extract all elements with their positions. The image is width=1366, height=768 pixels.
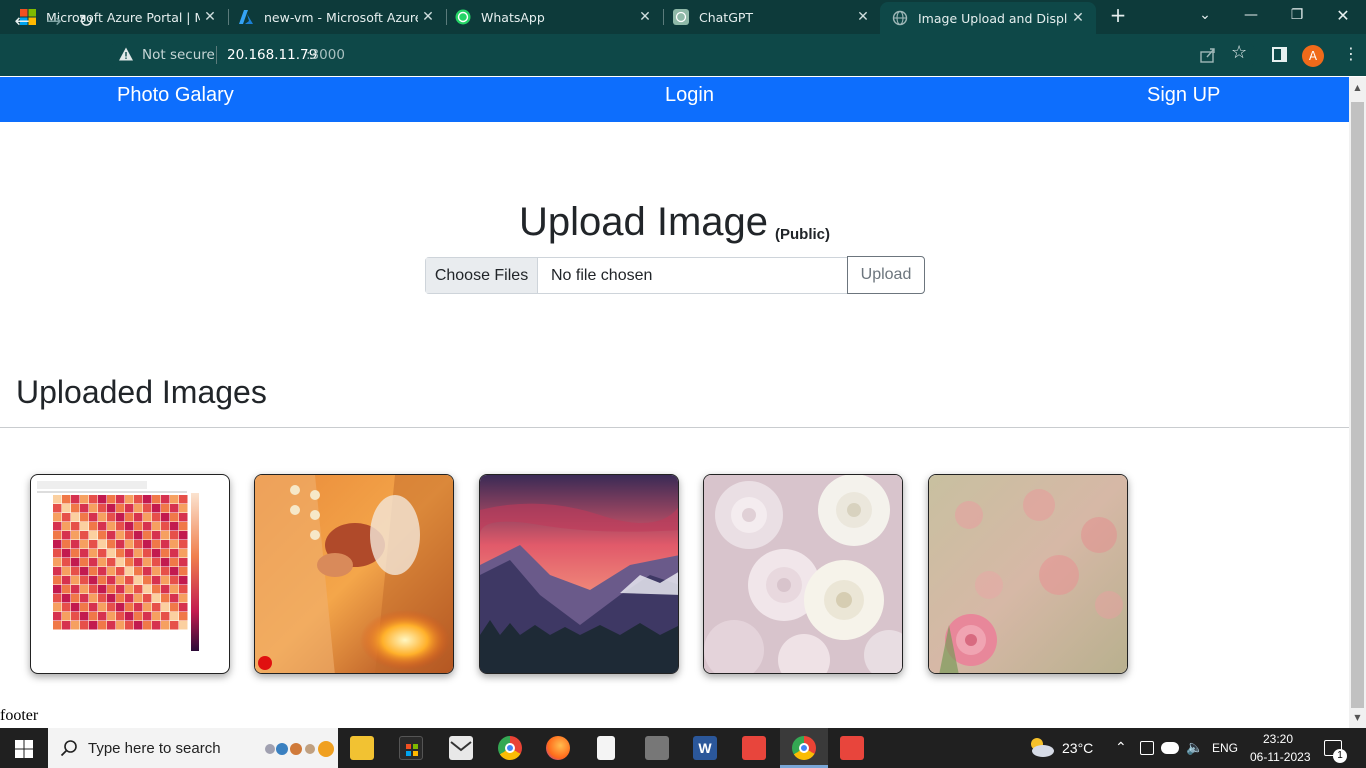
search-icon — [60, 739, 78, 757]
volume-icon[interactable]: 🔈 — [1186, 739, 1203, 756]
section-divider — [0, 427, 1349, 428]
browser-menu-icon[interactable]: ⋮ — [1343, 44, 1359, 66]
navbar-signup-link[interactable]: Sign UP — [1147, 84, 1220, 107]
close-tab-icon[interactable]: ✕ — [1068, 10, 1088, 26]
upload-visibility-label: (Public) — [775, 226, 830, 243]
close-tab-icon[interactable]: ✕ — [200, 9, 220, 25]
tab-chatgpt[interactable]: ChatGPT ✕ — [653, 0, 881, 34]
taskbar-search-placeholder: Type here to search — [88, 740, 221, 757]
window-close-icon[interactable]: ✕ — [1320, 0, 1366, 30]
weather-cloud-icon[interactable] — [1027, 736, 1055, 758]
tab-new-vm[interactable]: new-vm - Microsoft Azure ✕ — [218, 0, 446, 34]
forward-arrow-icon[interactable]: → — [41, 8, 67, 34]
close-tab-icon[interactable]: ✕ — [635, 9, 655, 25]
share-icon[interactable] — [1199, 46, 1217, 64]
globe-icon — [892, 10, 908, 26]
side-panel-icon[interactable] — [1272, 47, 1287, 62]
gallery-image-wedding[interactable] — [254, 474, 454, 674]
azure-logo-icon — [238, 9, 254, 25]
new-tab-plus-icon[interactable]: + — [1096, 0, 1140, 30]
onedrive-cloud-icon[interactable] — [1161, 742, 1179, 754]
chatgpt-icon — [673, 9, 689, 25]
reload-icon[interactable]: ↻ — [73, 8, 99, 34]
tab-whatsapp[interactable]: WhatsApp ✕ — [435, 0, 663, 34]
restore-icon[interactable]: ❐ — [1274, 0, 1320, 30]
tab-title: ChatGPT — [699, 9, 754, 25]
tab-title: WhatsApp — [481, 9, 545, 25]
clock-date[interactable]: 06-11-2023 — [1250, 750, 1311, 764]
scroll-up-arrow-icon[interactable]: ▲ — [1353, 84, 1362, 92]
windows-start-icon[interactable] — [15, 740, 33, 758]
anydesk-icon-2[interactable] — [840, 736, 864, 760]
microsoft-store-icon[interactable] — [399, 736, 423, 760]
anydesk-icon[interactable] — [742, 736, 766, 760]
page-footer: footer — [0, 707, 39, 724]
tab-title: new-vm - Microsoft Azure — [264, 9, 418, 25]
gallery-image-heatmap[interactable] — [30, 474, 230, 674]
close-tab-icon[interactable]: ✕ — [853, 9, 873, 25]
notification-count-badge: 1 — [1333, 749, 1347, 763]
back-arrow-icon[interactable]: ← — [9, 8, 35, 34]
chrome-profile-d-icon[interactable] — [498, 736, 522, 760]
gallery-image-white-roses[interactable] — [703, 474, 903, 674]
tab-search-chevron-icon[interactable]: ⌄ — [1182, 0, 1228, 30]
meet-now-icon[interactable] — [1140, 741, 1154, 755]
bookmark-star-icon[interactable]: ☆ — [1231, 44, 1249, 62]
search-highlight-planets-icon[interactable] — [262, 738, 334, 760]
mail-icon[interactable] — [449, 736, 473, 760]
chrome-profile-a-icon[interactable] — [792, 736, 816, 760]
whatsapp-icon — [455, 9, 471, 25]
navbar-login-link[interactable]: Login — [665, 84, 714, 107]
scroll-down-arrow-icon[interactable]: ▼ — [1353, 714, 1362, 722]
input-language[interactable]: ENG — [1212, 741, 1238, 755]
upload-heading: Upload Image — [519, 200, 769, 244]
file-explorer-icon[interactable] — [350, 736, 374, 760]
profile-avatar[interactable]: A — [1302, 45, 1324, 67]
paint-icon[interactable] — [645, 736, 669, 760]
clock-time[interactable]: 23:20 — [1263, 732, 1293, 746]
file-input[interactable]: Choose Files No file chosen — [425, 257, 848, 294]
word-icon[interactable]: W — [693, 736, 717, 760]
url-host[interactable]: 20.168.11.79 — [227, 47, 317, 63]
tab-title: Image Upload and Display — [918, 10, 1068, 26]
tab-image-upload-active[interactable]: Image Upload and Display ✕ — [880, 2, 1096, 34]
url-port[interactable]: :3000 — [306, 47, 345, 63]
navbar-brand-link[interactable]: Photo Galary — [117, 84, 234, 107]
upload-button[interactable]: Upload — [847, 256, 925, 294]
page-scrollbar-thumb[interactable] — [1351, 102, 1364, 708]
notepad-file-icon[interactable] — [597, 736, 615, 760]
minimize-icon[interactable]: — — [1228, 0, 1274, 30]
gallery-heading: Uploaded Images — [16, 374, 267, 410]
tray-overflow-chevron-icon[interactable]: ⌃ — [1115, 739, 1127, 756]
gallery-image-pink-roses[interactable] — [928, 474, 1128, 674]
choose-files-button[interactable]: Choose Files — [426, 258, 538, 293]
gallery-image-mountains[interactable] — [479, 474, 679, 674]
omnibox-divider — [216, 46, 217, 64]
weather-temperature[interactable]: 23°C — [1062, 740, 1093, 756]
file-status-text: No file chosen — [551, 267, 653, 284]
firefox-icon[interactable] — [546, 736, 570, 760]
security-label[interactable]: Not secure — [142, 47, 215, 63]
warning-icon[interactable] — [118, 46, 134, 62]
tab-title: Microsoft Azure Portal | Micr — [46, 9, 200, 25]
